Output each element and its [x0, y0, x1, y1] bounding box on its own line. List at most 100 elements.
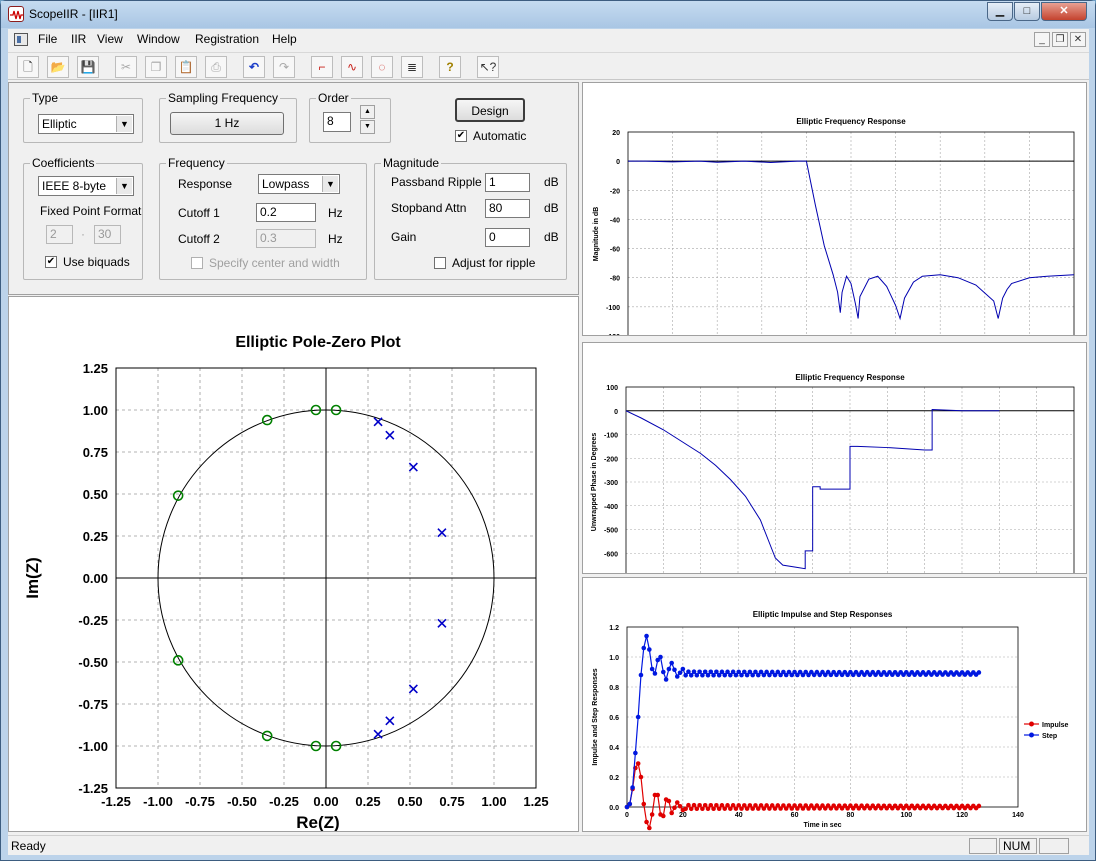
passband-ripple-input[interactable]: 1 — [485, 173, 530, 192]
gain-input[interactable]: 0 — [485, 228, 530, 247]
order-legend: Order — [318, 91, 349, 105]
y-tick-label: 1.2 — [609, 625, 619, 632]
close-button[interactable]: ✕ — [1041, 2, 1087, 21]
coefficients-icon[interactable]: ≣ — [401, 56, 423, 78]
save-icon[interactable]: 💾 — [77, 56, 99, 78]
impulse-point — [644, 819, 649, 825]
scopeiir-app-icon[interactable] — [8, 6, 24, 22]
y-tick-label: -0.50 — [78, 655, 108, 670]
pole-marker — [373, 417, 383, 427]
document-icon[interactable] — [14, 33, 28, 46]
impulse-point — [649, 812, 655, 817]
y-tick-label: -120 — [606, 334, 620, 335]
maximize-button[interactable]: □ — [1014, 2, 1040, 21]
menu-bar: File IIR View Window Registration Help _… — [8, 29, 1089, 51]
fixed-point-int-input[interactable]: 2 — [46, 225, 73, 244]
specify-center-label: Specify center and width — [209, 256, 340, 270]
cutoff2-input[interactable]: 0.3 — [256, 229, 316, 248]
step-point — [666, 666, 672, 672]
type-dropdown-icon[interactable]: ▼ — [116, 116, 132, 132]
frequency-legend: Frequency — [168, 156, 225, 170]
x-tick-label: 20 — [679, 812, 687, 819]
impulse-point — [672, 805, 677, 811]
copy-icon[interactable]: ❐ — [145, 56, 167, 78]
cutoff1-input[interactable]: 0.2 — [256, 203, 316, 222]
gain-label: Gain — [391, 230, 417, 244]
design-button[interactable]: Design — [455, 98, 525, 122]
stopband-attn-label: Stopband Attn — [391, 201, 467, 215]
impulse-point — [666, 798, 672, 804]
app-window: ScopeIIR - [IIR1] ▁ □ ✕ File IIR View Wi… — [0, 0, 1096, 861]
frequency-response-icon[interactable]: ⌐ — [311, 56, 333, 78]
y-tick-label: 1.00 — [83, 403, 108, 418]
help-icon[interactable]: ? — [439, 56, 461, 78]
undo-icon[interactable]: ↶ — [243, 56, 265, 78]
menu-registration[interactable]: Registration — [192, 32, 262, 46]
automatic-checkbox[interactable]: ✔ — [455, 130, 467, 142]
specify-center-checkbox[interactable] — [191, 257, 203, 269]
cutoff2-label: Cutoff 2 — [178, 232, 220, 246]
impulse-point — [635, 761, 641, 766]
client-area: File IIR View Window Registration Help _… — [8, 29, 1089, 855]
phase-series-line — [625, 409, 1000, 570]
type-select[interactable]: Elliptic ▼ — [38, 114, 134, 134]
print-icon[interactable]: ⎙ — [205, 56, 227, 78]
coefficients-dropdown-icon[interactable]: ▼ — [116, 178, 132, 194]
y-axis-label: Unwrapped Phase in Degrees — [591, 433, 598, 532]
adjust-ripple-checkbox[interactable] — [434, 257, 446, 269]
order-up-icon[interactable]: ▲ — [360, 105, 375, 119]
impulse-legend-marker — [1029, 721, 1034, 727]
context-help-icon[interactable]: ↖? — [477, 56, 499, 78]
mdi-restore-button[interactable]: ❐ — [1052, 32, 1068, 47]
order-down-icon[interactable]: ▼ — [360, 120, 375, 134]
redo-icon[interactable]: ↷ — [273, 56, 295, 78]
x-axis-label: Re(Z) — [296, 813, 339, 831]
menu-file[interactable]: File — [35, 32, 60, 46]
use-biquads-checkbox[interactable]: ✔ — [45, 256, 57, 268]
mdi-close-button[interactable]: ✕ — [1070, 32, 1086, 47]
y-tick-label: 0.75 — [83, 445, 108, 460]
stopband-attn-input[interactable]: 80 — [485, 199, 530, 218]
x-tick-label: 120 — [956, 812, 968, 819]
y-tick-label: 0.50 — [83, 487, 108, 502]
fixed-point-frac-input[interactable]: 30 — [94, 225, 121, 244]
minimize-button[interactable]: ▁ — [987, 2, 1013, 21]
cut-icon[interactable]: ✂ — [115, 56, 137, 78]
x-tick-label: 1.00 — [481, 794, 506, 809]
automatic-label: Automatic — [473, 129, 527, 143]
zero-marker — [261, 414, 273, 426]
time-response-icon[interactable]: ∿ — [341, 56, 363, 78]
x-tick-label: 0 — [625, 812, 629, 819]
status-pane-num: NUM — [999, 838, 1037, 854]
menu-iir[interactable]: IIR — [68, 32, 89, 46]
magnitude-response-chart: Elliptic Frequency Response0.000.050.100… — [593, 117, 1081, 358]
pole-zero-icon[interactable]: ◌ — [371, 56, 393, 78]
y-tick-label: -300 — [604, 480, 618, 487]
paste-icon[interactable]: 📋 — [175, 56, 197, 78]
open-icon[interactable]: 📂 — [47, 56, 69, 78]
x-tick-label: 0.00 — [313, 794, 338, 809]
step-point — [663, 677, 669, 682]
status-pane-scroll — [1039, 838, 1069, 854]
mdi-minimize-button[interactable]: _ — [1034, 32, 1050, 47]
response-dropdown-icon[interactable]: ▼ — [322, 176, 338, 192]
sampling-frequency-button[interactable]: 1 Hz — [170, 112, 284, 135]
order-input[interactable]: 8 — [323, 112, 351, 132]
cutoff1-label: Cutoff 1 — [178, 206, 220, 220]
impulse-point — [677, 803, 683, 809]
y-axis-label: Impulse and Step Responses — [592, 668, 599, 765]
chart-title: Elliptic Pole-Zero Plot — [235, 334, 401, 351]
magnitude-response-panel: Elliptic Frequency Response0.000.050.100… — [582, 82, 1087, 358]
x-tick-label: 0.75 — [439, 794, 464, 809]
coefficients-select[interactable]: IEEE 8-byte ▼ — [38, 176, 134, 196]
step-point — [652, 671, 658, 676]
menu-view[interactable]: View — [94, 32, 126, 46]
x-tick-label: -0.25 — [269, 794, 299, 809]
x-tick-label: 0.50 — [397, 794, 422, 809]
new-icon[interactable]: 🗋 — [17, 56, 39, 78]
menu-help[interactable]: Help — [269, 32, 300, 46]
y-axis-label: Magnitude in dB — [593, 207, 600, 261]
menu-window[interactable]: Window — [134, 32, 183, 46]
response-select[interactable]: Lowpass ▼ — [258, 174, 340, 194]
cutoff1-unit: Hz — [328, 206, 343, 220]
